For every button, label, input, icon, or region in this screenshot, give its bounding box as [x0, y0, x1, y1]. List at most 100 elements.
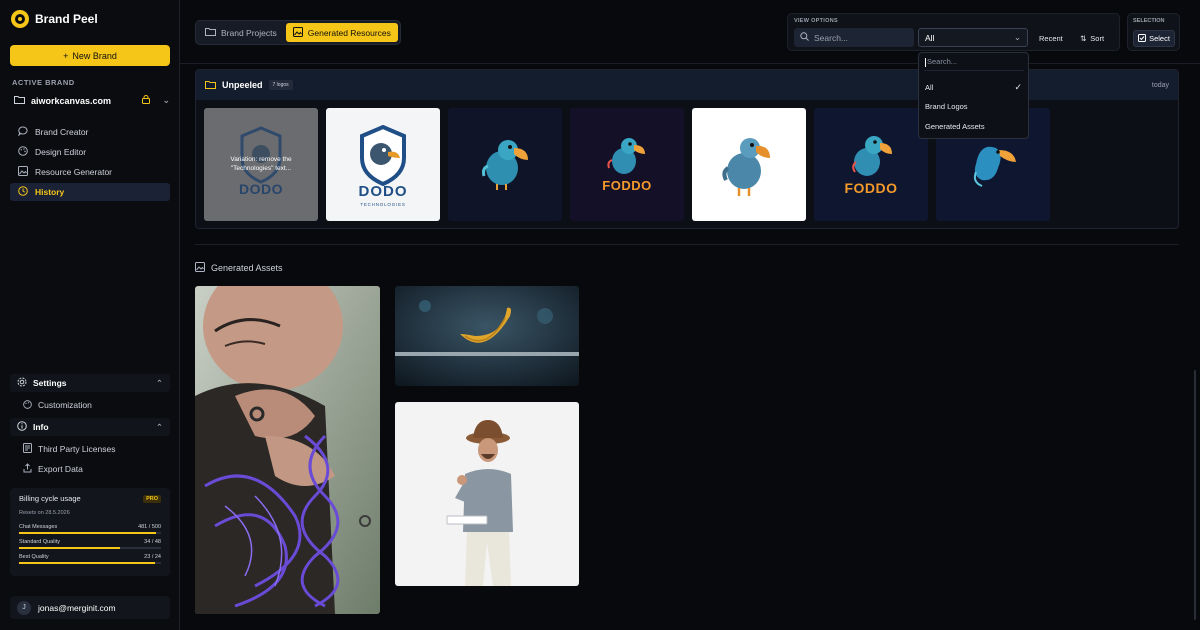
nav-item-brand-creator[interactable]: Brand Creator — [10, 123, 170, 141]
app-name: Brand Peel — [35, 12, 98, 26]
user-email: jonas@merginit.com — [38, 602, 116, 613]
folder-icon — [205, 80, 216, 91]
folder-icon — [205, 27, 216, 38]
plus-icon: + — [63, 50, 69, 61]
logo-wordmark: FODDO — [844, 180, 898, 196]
generated-asset-card[interactable] — [395, 402, 579, 586]
info-label: Info — [33, 422, 49, 432]
selection-panel: SELECTION Select — [1127, 13, 1180, 51]
generated-asset-card[interactable] — [395, 286, 579, 386]
usage-meter: Chat Messages 481 / 500 — [19, 524, 161, 534]
settings-toggle[interactable]: Settings ⌃ — [10, 374, 170, 392]
settings-item-customization[interactable]: Customization — [10, 396, 170, 414]
clock-icon — [17, 185, 28, 199]
search-icon — [800, 32, 809, 43]
variation-prompt-text: Variation: remove the "Technologies" tex… — [230, 156, 292, 172]
meter-fill — [19, 532, 156, 534]
billing-usage-card: Billing cycle usage PRO Resets on 28.5.2… — [10, 488, 170, 576]
info-item-label: Third Party Licenses — [38, 444, 116, 454]
logo-thumbnail[interactable]: FODDO — [570, 108, 684, 221]
meter-value: 481 / 500 — [138, 524, 161, 530]
sort-button[interactable]: ⇅ Sort — [1080, 34, 1104, 43]
gear-icon — [17, 377, 27, 389]
logo-thumbnail[interactable] — [692, 108, 806, 221]
chevron-down-icon: ⌄ — [1013, 32, 1021, 42]
selection-label: SELECTION — [1133, 18, 1165, 24]
logo-thumbnail[interactable]: DODO TECHNOLOGIES — [326, 108, 440, 221]
nav-label: Brand Creator — [35, 127, 89, 137]
nav-label: Resource Generator — [35, 167, 113, 177]
chevron-up-icon: ⌃ — [155, 421, 163, 432]
dropdown-option-brand-logos[interactable]: Brand Logos — [925, 99, 1025, 113]
unpeeled-section: Unpeeled 7 logos today Variation: remove… — [195, 69, 1179, 229]
generated-asset-card[interactable] — [195, 286, 380, 614]
settings-label: Settings — [33, 378, 67, 388]
logo-tagline: TECHNOLOGIES — [360, 202, 406, 207]
lock-icon[interactable] — [142, 95, 151, 106]
meter-bar — [19, 547, 161, 549]
filter-value: All — [925, 32, 935, 43]
dropdown-option-all[interactable]: All ✓ — [925, 80, 1025, 94]
meter-bar — [19, 562, 161, 564]
plan-badge: PRO — [143, 494, 161, 503]
info-toggle[interactable]: Info ⌃ — [10, 418, 170, 436]
scrollbar[interactable] — [1194, 370, 1196, 620]
chevron-down-icon[interactable]: ⌄ — [162, 95, 170, 106]
search-input[interactable]: Search... — [794, 28, 914, 47]
dropdown-search-input[interactable]: Search... — [924, 57, 1024, 71]
foddo-dodo-logo-image — [607, 138, 645, 174]
search-placeholder: Search... — [814, 32, 849, 43]
text-caret — [925, 57, 926, 67]
document-icon — [23, 443, 32, 455]
billing-title-text: Billing cycle usage — [19, 494, 81, 503]
image-icon — [292, 26, 303, 39]
logo-thumbnail[interactable]: Variation: remove the "Technologies" tex… — [204, 108, 318, 221]
select-label: Select — [1149, 34, 1170, 43]
dna-sculpture-photo — [195, 286, 380, 614]
meter-bar — [19, 532, 161, 534]
settings-item-label: Customization — [38, 400, 92, 410]
select-button[interactable]: Select — [1133, 30, 1175, 47]
nav-item-resource-generator[interactable]: Resource Generator — [10, 163, 170, 181]
nav-item-design-editor[interactable]: Design Editor — [10, 143, 170, 161]
meter-label: Best Quality — [19, 554, 49, 560]
unpeeled-header[interactable]: Unpeeled 7 logos today — [196, 70, 1178, 100]
tab-brand-projects[interactable]: Brand Projects — [198, 23, 284, 42]
filter-select[interactable]: All ⌄ — [918, 28, 1028, 47]
logo-thumbnail[interactable]: FODDO — [814, 108, 928, 221]
meter-fill — [19, 562, 156, 564]
checkmark-icon: ✓ — [1014, 81, 1022, 92]
resource-tabs: Brand Projects Generated Resources — [195, 20, 401, 45]
user-account-button[interactable]: J jonas@merginit.com — [10, 596, 170, 619]
brand-peel-logo-icon — [11, 10, 29, 28]
logo-count-badge: 7 logos — [268, 80, 293, 90]
recent-button[interactable]: Recent — [1039, 34, 1063, 43]
unpeeled-title: Unpeeled — [222, 80, 263, 90]
active-brand-selector[interactable]: aiworkcanvas.com ⌄ — [14, 95, 170, 106]
dodo-mascot-image — [722, 138, 770, 196]
section-date: today — [1151, 81, 1169, 89]
view-options-panel: VIEW OPTIONS Search... All ⌄ Recent ⇅ So… — [787, 13, 1120, 51]
logo-wordmark: DODO — [358, 183, 408, 200]
app-logo[interactable]: Brand Peel — [11, 10, 98, 28]
chevron-up-icon: ⌃ — [155, 377, 163, 388]
info-item-label: Export Data — [38, 464, 83, 474]
info-item-licenses[interactable]: Third Party Licenses — [10, 440, 170, 458]
checkbox-icon — [1138, 33, 1147, 44]
logo-thumbnail[interactable] — [448, 108, 562, 221]
info-item-export[interactable]: Export Data — [10, 460, 170, 478]
dropdown-option-generated-assets[interactable]: Generated Assets — [925, 119, 1025, 133]
nav-item-history[interactable]: History — [10, 183, 170, 201]
new-brand-button[interactable]: + New Brand — [10, 45, 170, 66]
folder-icon — [14, 95, 25, 106]
man-with-clipboard-photo — [395, 402, 579, 586]
usage-meter: Best Quality 23 / 24 — [19, 554, 161, 564]
meter-fill — [19, 547, 120, 549]
tab-generated-resources[interactable]: Generated Resources — [285, 23, 398, 42]
tab-label: Brand Projects — [221, 27, 277, 38]
active-brand-name: aiworkcanvas.com — [31, 95, 112, 106]
generated-assets-title: Generated Assets — [211, 263, 283, 273]
view-options-label: VIEW OPTIONS — [794, 18, 838, 24]
palette-icon — [17, 145, 28, 159]
sort-label: Sort — [1090, 34, 1105, 43]
